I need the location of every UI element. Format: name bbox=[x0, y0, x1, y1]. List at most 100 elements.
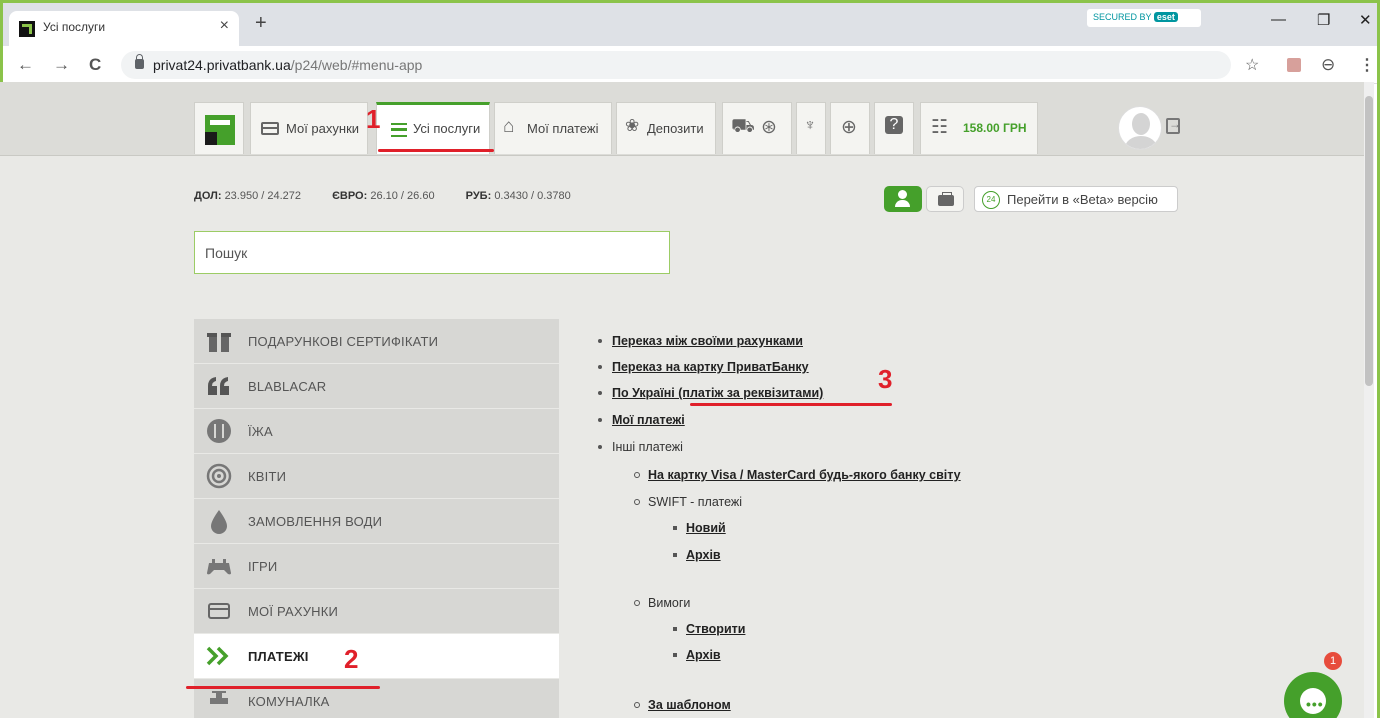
nav-transport[interactable]: ⛟ ⊛ bbox=[722, 102, 792, 154]
list-item: Новий bbox=[673, 521, 726, 535]
category-games[interactable]: ІГРИ bbox=[194, 544, 559, 589]
nav-history[interactable]: ⊕ bbox=[830, 102, 870, 154]
gift-icon bbox=[207, 333, 231, 352]
link-swift-new[interactable]: Новий bbox=[686, 521, 726, 535]
nav-label: Депозити bbox=[647, 121, 704, 136]
nav-cart[interactable]: ☷ 158.00 ГРН bbox=[920, 102, 1038, 154]
rate-label: ДОЛ: bbox=[194, 190, 222, 202]
person-icon[interactable] bbox=[884, 186, 922, 212]
water-drop-icon bbox=[211, 510, 227, 534]
restore-button[interactable]: ❐ bbox=[1317, 11, 1330, 29]
list-item: Мої платежі bbox=[598, 413, 685, 427]
address-bar-row: ← → C privat24.privatbank.ua/p24/web/#me… bbox=[3, 46, 1377, 84]
category-water-order[interactable]: ЗАМОВЛЕННЯ ВОДИ bbox=[194, 499, 559, 544]
annotation-underline-3 bbox=[690, 403, 892, 406]
category-utilities[interactable]: КОМУНАЛКА bbox=[194, 679, 559, 718]
privatbank-favicon-icon bbox=[19, 21, 35, 37]
other-payments-label: Інші платежі bbox=[612, 440, 683, 454]
transport-icon: ⛟ bbox=[731, 116, 755, 137]
bullet bbox=[673, 553, 677, 557]
bullet bbox=[634, 472, 640, 478]
category-my-accounts[interactable]: МОЇ РАХУНКИ bbox=[194, 589, 559, 634]
nav-all-services[interactable]: Усі послуги bbox=[376, 102, 490, 154]
nav-deposits[interactable]: ❀ Депозити bbox=[616, 102, 716, 154]
account-icon[interactable]: ⊖ bbox=[1321, 55, 1335, 75]
quote-icon bbox=[208, 377, 229, 395]
list-item: Переказ між своїми рахунками bbox=[598, 334, 803, 348]
link-demands-create[interactable]: Створити bbox=[686, 622, 745, 636]
url-path: /p24/web/#menu-app bbox=[290, 57, 423, 73]
list-item: По Україні (платіж за реквізитами) bbox=[598, 386, 823, 400]
minimize-button[interactable]: — bbox=[1271, 11, 1286, 28]
user-avatar[interactable] bbox=[1118, 106, 1162, 150]
list-item: Переказ на картку ПриватБанку bbox=[598, 360, 809, 374]
close-window-button[interactable]: ✕ bbox=[1359, 11, 1372, 29]
link-demands-archive[interactable]: Архів bbox=[686, 648, 721, 662]
link-transfer-own-accounts[interactable]: Переказ між своїми рахунками bbox=[612, 334, 803, 348]
category-flowers[interactable]: КВІТИ bbox=[194, 454, 559, 499]
category-payments[interactable]: ПЛАТЕЖІ bbox=[194, 634, 559, 679]
link-swift-archive[interactable]: Архів bbox=[686, 548, 721, 562]
tab-bar: Усі послуги × + SECURED BY eset — ❐ ✕ bbox=[3, 3, 1377, 46]
category-label: BLABLACAR bbox=[248, 379, 327, 394]
link-my-payments[interactable]: Мої платежі bbox=[612, 413, 685, 427]
category-food[interactable]: ЇЖА bbox=[194, 409, 559, 454]
eset-badge: SECURED BY eset bbox=[1087, 9, 1201, 27]
list-icon bbox=[391, 123, 407, 137]
briefcase-icon[interactable] bbox=[926, 186, 964, 212]
card-icon bbox=[261, 122, 279, 135]
nav-my-payments[interactable]: ⌂ Мої платежі bbox=[494, 102, 612, 154]
rate-value: 23.950 / 24.272 bbox=[224, 190, 302, 202]
gamepad-icon bbox=[207, 559, 231, 575]
search-input[interactable] bbox=[195, 232, 669, 273]
category-label: ІГРИ bbox=[248, 559, 278, 574]
beta-version-button[interactable]: 24 Перейти в «Beta» версію bbox=[974, 186, 1178, 212]
url-field[interactable]: privat24.privatbank.ua/p24/web/#menu-app bbox=[121, 51, 1231, 79]
annotation-number-1: 1 bbox=[366, 104, 381, 134]
house-icon: ⌂ bbox=[503, 116, 515, 137]
nav-my-accounts[interactable]: Мої рахунки bbox=[250, 102, 368, 154]
list-item: Архів bbox=[673, 548, 721, 562]
bullet bbox=[673, 653, 677, 657]
browser-menu-icon[interactable]: ⋮ bbox=[1359, 55, 1375, 75]
rate-usd: ДОЛ: 23.950 / 24.272 bbox=[194, 190, 315, 202]
food-icon bbox=[207, 419, 231, 443]
logout-icon[interactable] bbox=[1166, 117, 1181, 134]
link-by-template[interactable]: За шаблоном bbox=[648, 698, 731, 712]
back-button[interactable]: ← bbox=[17, 55, 34, 75]
forward-button[interactable]: → bbox=[53, 55, 70, 75]
pdf-extension-icon[interactable] bbox=[1287, 58, 1301, 72]
category-label: ЇЖА bbox=[248, 424, 273, 439]
reload-button[interactable]: C bbox=[89, 55, 101, 75]
exchange-rates: ДОЛ: 23.950 / 24.272 ЄВРО: 26.10 / 26.60… bbox=[194, 190, 599, 202]
category-gift-certificates[interactable]: ПОДАРУНКОВІ СЕРТИФІКАТИ bbox=[194, 319, 559, 364]
lock-icon bbox=[135, 54, 144, 69]
link-ukraine-payment[interactable]: По Україні (платіж за реквізитами) bbox=[612, 386, 823, 400]
link-transfer-privat-card[interactable]: Переказ на картку ПриватБанку bbox=[612, 360, 809, 374]
coat-of-arms-icon: ♆ bbox=[804, 117, 816, 134]
ball-icon: ⊛ bbox=[761, 117, 777, 138]
help-icon: ? bbox=[885, 116, 903, 134]
card-icon bbox=[208, 603, 230, 619]
rate-label: РУБ: bbox=[465, 190, 492, 202]
tab-close-icon[interactable]: × bbox=[220, 17, 229, 35]
rate-eur: ЄВРО: 26.10 / 26.60 bbox=[332, 190, 448, 202]
eset-text: SECURED BY bbox=[1093, 12, 1152, 22]
demands-label: Вимоги bbox=[648, 596, 691, 610]
nav-help[interactable]: ? bbox=[874, 102, 914, 154]
privatbank-logo[interactable] bbox=[194, 102, 244, 154]
category-label: ЗАМОВЛЕННЯ ВОДИ bbox=[248, 514, 383, 529]
category-blablacar[interactable]: BLABLACAR bbox=[194, 364, 559, 409]
list-item: SWIFT - платежі bbox=[634, 495, 742, 509]
scrollbar[interactable] bbox=[1364, 82, 1374, 718]
chat-button[interactable]: ••• bbox=[1284, 672, 1342, 718]
24-badge-icon: 24 bbox=[982, 191, 1000, 209]
category-label: ПОДАРУНКОВІ СЕРТИФІКАТИ bbox=[248, 334, 439, 349]
scrollbar-thumb[interactable] bbox=[1365, 96, 1373, 386]
link-visa-mastercard[interactable]: На картку Visa / MasterCard будь-якого б… bbox=[648, 468, 961, 482]
nav-state-services[interactable]: ♆ bbox=[796, 102, 826, 154]
bookmark-star-icon[interactable]: ☆ bbox=[1245, 55, 1259, 75]
new-tab-button[interactable]: + bbox=[255, 12, 267, 35]
flower-icon bbox=[206, 463, 232, 489]
browser-tab[interactable]: Усі послуги × bbox=[9, 11, 239, 46]
